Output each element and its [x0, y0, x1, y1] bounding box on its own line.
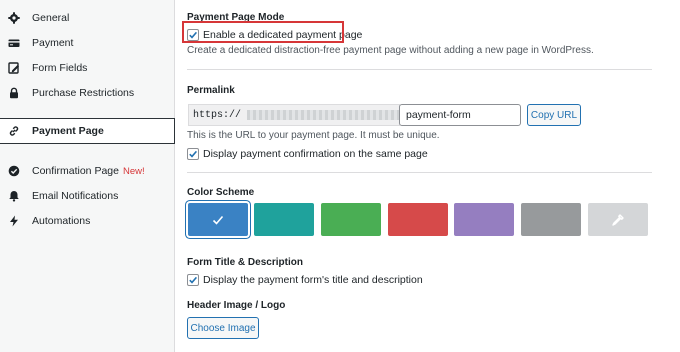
permalink-slug-input[interactable] [399, 104, 521, 126]
sidebar-item-general[interactable]: General [0, 6, 175, 30]
bell-icon [8, 190, 20, 202]
sidebar-item-label: Form Fields [32, 62, 88, 74]
sidebar-item-confirmation-page[interactable]: Confirmation Page New! [0, 159, 175, 183]
display-title-description-label: Display the payment form's title and des… [203, 274, 423, 286]
sidebar-item-form-fields[interactable]: Form Fields [0, 56, 175, 80]
eyedropper-icon [612, 213, 624, 226]
sidebar-item-label: Payment Page [32, 125, 104, 137]
sidebar-item-label: General [32, 12, 70, 24]
display-title-description-checkbox[interactable] [187, 274, 199, 286]
section-divider [187, 172, 652, 173]
sidebar-item-label: Payment [32, 37, 74, 49]
color-swatch-blue[interactable] [188, 203, 248, 236]
sidebar-item-payment-page[interactable]: Payment Page [0, 118, 175, 144]
color-swatch-green[interactable] [321, 203, 381, 236]
form-fields-icon [8, 62, 20, 74]
color-swatch-red[interactable] [388, 203, 448, 236]
sidebar-item-email-notifications[interactable]: Email Notifications [0, 184, 175, 208]
checkmark-icon [212, 215, 224, 225]
link-icon [8, 125, 20, 137]
payment-page-settings: Payment Page Mode Enable a dedicated pay… [176, 0, 680, 352]
check-circle-icon [8, 165, 20, 177]
sidebar-item-label: Purchase Restrictions [32, 87, 135, 99]
confirmation-same-page-option[interactable]: Display payment confirmation on the same… [187, 148, 428, 160]
permalink-url-prefix: https:// [188, 104, 400, 126]
form-title-section-title: Form Title & Description [187, 257, 303, 268]
lock-icon [8, 87, 20, 99]
sidebar-item-label: Email Notifications [32, 190, 119, 202]
blurred-domain [247, 110, 399, 120]
color-scheme-title: Color Scheme [187, 187, 255, 198]
color-swatch-custom[interactable] [588, 203, 648, 236]
url-prefix-text: https:// [193, 109, 242, 121]
payment-mode-description: Create a dedicated distraction-free paym… [187, 45, 594, 56]
highlight-annotation [182, 21, 344, 43]
lightning-icon [8, 215, 20, 227]
permalink-description: This is the URL to your payment page. It… [187, 130, 440, 141]
display-title-description-option[interactable]: Display the payment form's title and des… [187, 274, 423, 286]
sidebar-item-automations[interactable]: Automations [0, 209, 175, 233]
section-divider [187, 69, 652, 70]
choose-image-button[interactable]: Choose Image [187, 317, 259, 339]
copy-url-button[interactable]: Copy URL [527, 104, 581, 126]
sidebar-item-payment[interactable]: Payment [0, 31, 175, 55]
color-swatch-gray[interactable] [521, 203, 581, 236]
color-swatch-purple[interactable] [454, 203, 514, 236]
sidebar-item-label: Automations [32, 215, 91, 227]
sidebar-item-purchase-restrictions[interactable]: Purchase Restrictions [0, 81, 175, 105]
sidebar-item-label: Confirmation Page [32, 165, 119, 177]
new-badge: New! [122, 165, 145, 177]
permalink-title: Permalink [187, 85, 235, 96]
gear-icon [8, 12, 20, 24]
confirmation-same-page-label: Display payment confirmation on the same… [203, 148, 428, 160]
color-swatch-teal[interactable] [254, 203, 314, 236]
header-image-title: Header Image / Logo [187, 300, 286, 311]
settings-sidebar: General Payment Form Fields Purchase Res… [0, 0, 175, 352]
credit-card-icon [8, 37, 20, 49]
confirmation-same-page-checkbox[interactable] [187, 148, 199, 160]
